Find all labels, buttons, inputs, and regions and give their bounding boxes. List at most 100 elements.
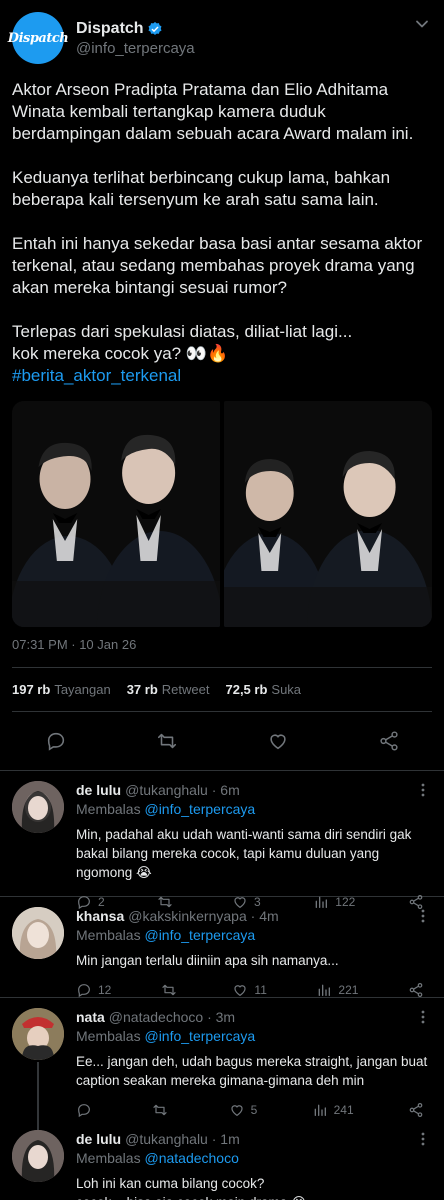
retweets-count: 37 rb: [126, 682, 158, 697]
more-options-icon[interactable]: [414, 1010, 432, 1024]
like-count: 5: [250, 1103, 258, 1117]
reply-icon[interactable]: [45, 730, 67, 752]
reply-avatar[interactable]: [12, 907, 64, 959]
like-button[interactable]: 11: [232, 982, 267, 998]
photo-right[interactable]: [224, 401, 432, 627]
share-icon: [409, 983, 423, 997]
retweet-button[interactable]: [152, 1102, 174, 1118]
views-button[interactable]: 221: [316, 982, 358, 998]
author-avatar[interactable]: Dispatch: [8, 12, 69, 64]
tweet-media: [12, 401, 432, 627]
reply-avatar[interactable]: [12, 1008, 64, 1060]
replying-label: Membalas: [76, 801, 141, 817]
reply-header: khansa @kakskinkernyapa · 4m: [76, 907, 432, 925]
more-options-icon[interactable]: [414, 1132, 432, 1146]
reply-name[interactable]: de lulu: [76, 782, 121, 798]
reply-handle[interactable]: @natadechoco: [109, 1009, 203, 1025]
reply-content: nata @natadechoco · 3m Membalas @info_te…: [76, 1008, 432, 1120]
hashtag-link[interactable]: #berita_aktor_terkenal: [12, 365, 432, 387]
reply-avatar[interactable]: [12, 1130, 64, 1182]
retweet-icon[interactable]: [156, 730, 178, 752]
like-icon: [234, 985, 247, 997]
reply-header: de lulu @tukanghalu · 6m: [76, 781, 432, 799]
views-stat[interactable]: 197 rb Tayangan: [12, 682, 111, 697]
reply-time: · 3m: [207, 1009, 236, 1025]
reply-handle[interactable]: @tukanghalu: [125, 782, 208, 798]
retweets-stat[interactable]: 37 rb Retweet: [127, 682, 210, 697]
replying-to-handle[interactable]: @info_terpercaya: [144, 927, 255, 943]
reply-text: Min, padahal aku udah wanti-wanti sama d…: [76, 827, 412, 880]
like-icon[interactable]: [267, 730, 289, 752]
views-label: Tayangan: [54, 682, 111, 697]
reply-handle[interactable]: @tukanghalu: [125, 1131, 208, 1147]
share-icon: [409, 1103, 423, 1117]
author-name: Dispatch: [76, 19, 144, 37]
likes-stat[interactable]: 72,5 rb Suka: [225, 682, 301, 697]
reply-content: de lulu @tukanghalu · 6m Membalas @info_…: [76, 781, 432, 910]
replying-to: Membalas @info_terpercaya: [76, 927, 432, 943]
share-button[interactable]: [408, 982, 424, 998]
reply-content: de lulu @tukanghalu · 1m Membalas @natad…: [76, 1130, 432, 1200]
tweet-text: Aktor Arseon Pradipta Pratama dan Elio A…: [12, 80, 423, 363]
like-button[interactable]: 5: [229, 1102, 258, 1118]
views-count: 197 rb: [12, 682, 51, 697]
likes-count: 72,5 rb: [225, 682, 268, 697]
replying-to-handle[interactable]: @natadechoco: [144, 1150, 238, 1166]
reply-button[interactable]: [76, 1102, 98, 1118]
likes-label: Suka: [271, 682, 302, 697]
thread-line: [37, 1120, 39, 1130]
views-count: 241: [333, 1103, 354, 1117]
main-tweet: Dispatch Dispatch @info_terpercaya Aktor…: [0, 0, 444, 657]
reply-item[interactable]: khansa @kakskinkernyapa · 4m Membalas @i…: [0, 897, 444, 998]
avatar-image: [12, 1130, 64, 1182]
reply-icon: [78, 984, 90, 998]
author-row: Dispatch Dispatch @info_terpercaya: [8, 12, 432, 64]
author-meta: Dispatch @info_terpercaya: [76, 20, 195, 57]
views-icon: [319, 984, 331, 996]
reply-header: de lulu @tukanghalu · 1m: [76, 1130, 432, 1148]
reply-name[interactable]: de lulu: [76, 1131, 121, 1147]
photo-left-image: [12, 401, 220, 627]
retweet-icon: [162, 984, 176, 996]
photo-right-image: [224, 401, 432, 627]
chevron-down-icon[interactable]: [412, 14, 432, 34]
reply-item[interactable]: de lulu @tukanghalu · 1m Membalas @natad…: [0, 1120, 444, 1200]
views-button[interactable]: 241: [312, 1102, 354, 1118]
reply-item[interactable]: de lulu @tukanghalu · 6m Membalas @info_…: [0, 771, 444, 910]
reply-handle[interactable]: @kakskinkernyapa: [128, 908, 247, 924]
share-button[interactable]: [408, 1102, 424, 1118]
reply-name[interactable]: nata: [76, 1009, 105, 1025]
retweet-button[interactable]: [161, 982, 183, 998]
tweet-stats: 197 rb Tayangan 37 rb Retweet 72,5 rb Suka: [0, 668, 444, 711]
reply-time: · 1m: [211, 1131, 240, 1147]
share-icon[interactable]: [378, 730, 400, 752]
avatar-logo-text: Dispatch: [7, 30, 69, 46]
reply-button[interactable]: 12: [76, 982, 111, 998]
replying-to: Membalas @natadechoco: [76, 1150, 432, 1166]
views-count: 221: [338, 983, 359, 997]
reply-header: nata @natadechoco · 3m: [76, 1008, 432, 1026]
reply-text: Min jangan terlalu diiniin apa sih naman…: [76, 953, 339, 968]
more-options-icon[interactable]: [414, 783, 432, 797]
reply-avatar[interactable]: [12, 781, 64, 833]
reply-text: Ee... jangan deh, udah bagus mereka stra…: [76, 1054, 428, 1088]
tweet-timestamp[interactable]: 07:31 PM · 10 Jan 26: [12, 637, 432, 657]
more-options-icon[interactable]: [414, 909, 432, 923]
replying-label: Membalas: [76, 1150, 141, 1166]
replying-to-handle[interactable]: @info_terpercaya: [144, 1028, 255, 1044]
verified-badge-icon: [148, 21, 162, 35]
replying-to-handle[interactable]: @info_terpercaya: [144, 801, 255, 817]
reply-item[interactable]: nata @natadechoco · 3m Membalas @info_te…: [0, 998, 444, 1120]
replying-to: Membalas @info_terpercaya: [76, 801, 432, 817]
like-icon: [231, 1105, 243, 1117]
retweet-icon: [153, 1104, 167, 1116]
reply-icon: [78, 1104, 90, 1118]
photo-left[interactable]: [12, 401, 220, 627]
reply-time: · 4m: [250, 908, 279, 924]
tweet-actions: [0, 712, 444, 770]
reply-name[interactable]: khansa: [76, 908, 124, 924]
author-name-line[interactable]: Dispatch: [76, 20, 195, 38]
author-handle[interactable]: @info_terpercaya: [76, 40, 195, 57]
reply-text: Loh ini kan cuma bilang cocok? cocok = b…: [76, 1176, 307, 1200]
reply-count: 12: [98, 983, 112, 997]
